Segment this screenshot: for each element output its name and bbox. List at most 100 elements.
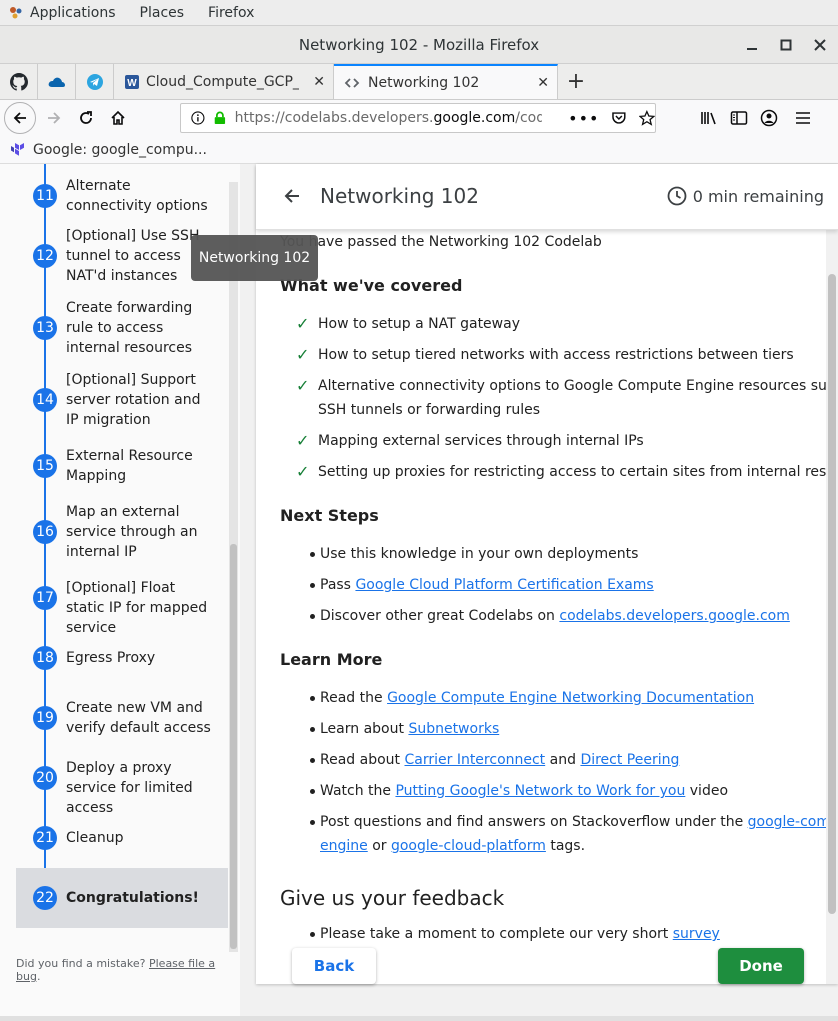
bookmark-star-icon[interactable] xyxy=(639,110,655,126)
list-item: Read the Google Compute Engine Networkin… xyxy=(320,690,754,706)
tab-networking-102[interactable]: Networking 102 ✕ xyxy=(334,64,558,99)
step-item-18[interactable]: 18 Egress Proxy xyxy=(16,646,228,670)
step-item-14[interactable]: 14 [Optional] Support server rotation an… xyxy=(16,370,228,430)
text: and xyxy=(545,752,581,768)
firefox-label: Firefox xyxy=(208,4,255,21)
minimize-button[interactable] xyxy=(744,37,760,53)
sidebar-toggle-icon[interactable] xyxy=(730,110,748,126)
step-number: 15 xyxy=(33,454,57,478)
url-text: https://codelabs.developers.google.com/c… xyxy=(235,110,543,126)
step-number: 17 xyxy=(33,586,57,610)
card-footer: Back Done xyxy=(256,930,826,984)
system-top-bar: Applications Places Firefox xyxy=(0,0,838,26)
lock-icon[interactable] xyxy=(213,111,227,125)
list-item: How to setup a NAT gateway xyxy=(318,316,520,332)
step-number: 18 xyxy=(33,646,57,670)
word-doc-icon: W xyxy=(125,74,139,89)
codelab-card: You have passed the Networking 102 Codel… xyxy=(256,164,838,984)
step-label: [Optional] Support server rotation and I… xyxy=(66,372,201,428)
list-item: Discover other great Codelabs on codelab… xyxy=(320,608,790,624)
text: Post questions and find answers on Stack… xyxy=(320,814,748,830)
pocket-icon[interactable] xyxy=(611,110,627,126)
firefox-menu[interactable]: Firefox xyxy=(196,0,266,26)
back-arrow-icon[interactable] xyxy=(282,186,302,206)
direct-peering-link[interactable]: Direct Peering xyxy=(580,752,679,768)
content-scrollbar-thumb[interactable] xyxy=(828,274,836,914)
certification-link[interactable]: Google Cloud Platform Certification Exam… xyxy=(355,577,653,593)
text: or xyxy=(367,838,391,854)
window-titlebar: Networking 102 - Mozilla Firefox xyxy=(0,26,838,64)
bullet xyxy=(310,820,315,825)
time-remaining: 0 min remaining xyxy=(667,186,824,206)
step-item-15[interactable]: 15 External Resource Mapping xyxy=(16,446,228,486)
forward-button[interactable] xyxy=(38,102,70,134)
step-number: 22 xyxy=(33,886,57,910)
close-window-button[interactable] xyxy=(812,37,828,53)
library-icon[interactable] xyxy=(700,110,718,126)
step-item-17[interactable]: 17 [Optional] Float static IP for mapped… xyxy=(16,578,228,636)
step-number: 13 xyxy=(33,316,57,340)
tab-bar: W Cloud_Compute_GCP_02 ✕ Networking 102 … xyxy=(0,64,838,100)
pinned-tab-onedrive[interactable] xyxy=(38,64,76,99)
step-item-16[interactable]: 16 Map an external service through an in… xyxy=(16,502,228,562)
navigation-toolbar: https://codelabs.developers.google.com/c… xyxy=(0,100,838,136)
bullet xyxy=(310,789,315,794)
maximize-button[interactable] xyxy=(778,37,794,53)
step-label: Map an external service through an inter… xyxy=(66,504,198,560)
step-item-20[interactable]: 20 Deploy a proxy service for limited ac… xyxy=(16,758,228,816)
url-bar[interactable]: https://codelabs.developers.google.com/c… xyxy=(180,103,656,133)
list-item: How to setup tiered networks with access… xyxy=(318,347,794,363)
bookmark-item[interactable]: Google: google_compu... xyxy=(10,142,207,158)
carrier-interconnect-link[interactable]: Carrier Interconnect xyxy=(404,752,545,768)
close-tab-icon[interactable]: ✕ xyxy=(313,74,325,90)
close-icon xyxy=(814,39,826,51)
list-item: Setting up proxies for restricting acces… xyxy=(318,464,826,480)
list-item: Watch the Putting Google's Network to Wo… xyxy=(320,783,728,799)
done-button[interactable]: Done xyxy=(718,948,804,984)
info-icon[interactable] xyxy=(191,111,205,125)
new-tab-button[interactable]: + xyxy=(558,64,594,99)
step-item-22[interactable]: 22 Congratulations! xyxy=(16,868,228,928)
tab-cloud-compute[interactable]: W Cloud_Compute_GCP_02 ✕ xyxy=(114,64,334,99)
sidebar-scrollbar-thumb[interactable] xyxy=(230,544,237,949)
pinned-tab-telegram[interactable] xyxy=(76,64,114,99)
github-icon xyxy=(9,72,28,91)
clock-icon xyxy=(667,186,687,206)
back-step-button[interactable]: Back xyxy=(292,948,376,984)
hamburger-menu-icon[interactable] xyxy=(794,110,812,126)
bookmarks-toolbar: Google: google_compu... xyxy=(0,136,838,164)
text: Read the xyxy=(320,690,388,706)
step-number: 19 xyxy=(33,706,57,730)
step-item-21[interactable]: 21 Cleanup xyxy=(16,826,228,850)
google-cloud-platform-tag-link[interactable]: google-cloud-platform xyxy=(391,838,546,854)
pinned-tab-github[interactable] xyxy=(0,64,38,99)
home-button[interactable] xyxy=(102,102,134,134)
mistake-note: Did you find a mistake? Please file a bu… xyxy=(16,957,216,983)
steps-sidebar: 11 Alternate connectivity options 12 [Op… xyxy=(0,164,240,1021)
reload-button[interactable] xyxy=(70,102,102,134)
step-item-11[interactable]: 11 Alternate connectivity options xyxy=(16,170,228,214)
home-icon xyxy=(111,110,125,125)
close-tab-icon[interactable]: ✕ xyxy=(537,75,549,91)
step-label: Cleanup xyxy=(66,830,124,846)
places-menu[interactable]: Places xyxy=(128,0,197,26)
text: video xyxy=(685,783,729,799)
subnetworks-link[interactable]: Subnetworks xyxy=(408,721,499,737)
window-title: Networking 102 - Mozilla Firefox xyxy=(298,35,540,54)
bullet xyxy=(310,758,315,763)
step-item-13[interactable]: 13 Create forwarding rule to access inte… xyxy=(16,298,228,358)
text: Watch the xyxy=(320,783,396,799)
step-number: 16 xyxy=(33,520,57,544)
step-item-19[interactable]: 19 Create new VM and verify default acce… xyxy=(16,698,228,738)
google-compute-engine-tag-link[interactable]: engine xyxy=(320,838,368,854)
page-actions-icon[interactable]: ••• xyxy=(568,109,599,128)
text: Read about xyxy=(320,752,405,768)
tab-title: Cloud_Compute_GCP_02 xyxy=(146,73,300,90)
google-network-video-link[interactable]: Putting Google's Network to Work for you xyxy=(395,783,685,799)
google-compute-engine-tag-link[interactable]: google-compute- xyxy=(748,814,826,830)
codelabs-link[interactable]: codelabs.developers.google.com xyxy=(559,608,789,624)
account-icon[interactable] xyxy=(760,109,778,127)
networking-docs-link[interactable]: Google Compute Engine Networking Documen… xyxy=(387,690,754,706)
applications-menu[interactable]: Applications xyxy=(0,0,128,26)
back-button[interactable] xyxy=(4,102,36,134)
